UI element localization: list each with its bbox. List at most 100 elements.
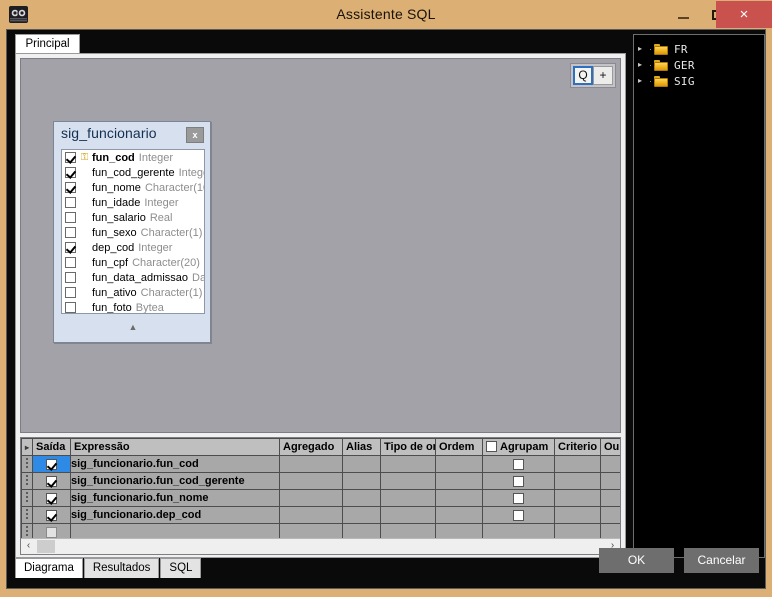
- grid-header-ordem[interactable]: Ordem: [436, 439, 483, 456]
- cell-tipo[interactable]: [381, 507, 436, 524]
- saida-checkbox[interactable]: [46, 493, 57, 504]
- cell-alias[interactable]: [343, 473, 381, 490]
- grid-header-tipo[interactable]: Tipo de or: [381, 439, 436, 456]
- field-checkbox[interactable]: [65, 182, 76, 193]
- grid-header-agrupam[interactable]: Agrupam: [483, 439, 555, 456]
- field-checkbox[interactable]: [65, 242, 76, 253]
- expand-arrow-icon[interactable]: ▸: [638, 73, 649, 89]
- cell-criterio[interactable]: [555, 456, 601, 473]
- cell-ou[interactable]: [601, 473, 621, 490]
- search-icon-button[interactable]: Q: [573, 66, 593, 85]
- agrupamento-checkbox[interactable]: [513, 476, 524, 487]
- field-list[interactable]: ⚿fun_codIntegerfun_cod_gerenteIntegerfun…: [61, 149, 205, 314]
- field-checkbox[interactable]: [65, 212, 76, 223]
- cell-tipo[interactable]: [381, 524, 436, 539]
- row-handle[interactable]: [22, 490, 33, 507]
- cell-criterio[interactable]: [555, 524, 601, 539]
- field-checkbox[interactable]: [65, 197, 76, 208]
- grid-header-criterio[interactable]: Criterio: [555, 439, 601, 456]
- field-row[interactable]: fun_nomeCharacter(10: [62, 180, 204, 195]
- close-button[interactable]: ×: [716, 1, 772, 28]
- field-checkbox[interactable]: [65, 152, 76, 163]
- cell-saida[interactable]: [33, 507, 71, 524]
- grid-header-agregado[interactable]: Agregado: [280, 439, 343, 456]
- cell-ou[interactable]: [601, 507, 621, 524]
- expression-grid[interactable]: ▸SaídaExpressãoAgregadoAliasTipo de orOr…: [21, 438, 620, 538]
- saida-checkbox[interactable]: [46, 510, 57, 521]
- cell-ordem[interactable]: [436, 490, 483, 507]
- table-node-sig-funcionario[interactable]: sig_funcionario x ⚿fun_codIntegerfun_cod…: [53, 121, 211, 343]
- cancel-button[interactable]: Cancelar: [684, 548, 759, 573]
- cell-agregado[interactable]: [280, 507, 343, 524]
- saida-checkbox[interactable]: [46, 476, 57, 487]
- saida-checkbox[interactable]: [46, 527, 57, 538]
- cell-saida[interactable]: [33, 473, 71, 490]
- agrupamento-checkbox[interactable]: [513, 459, 524, 470]
- field-row[interactable]: fun_salarioReal: [62, 210, 204, 225]
- cell-criterio[interactable]: [555, 473, 601, 490]
- minimize-button[interactable]: [664, 0, 702, 29]
- tree-item-ger[interactable]: ▸·GER: [634, 57, 764, 73]
- field-row[interactable]: fun_cpfCharacter(20): [62, 255, 204, 270]
- cell-ordem[interactable]: [436, 524, 483, 539]
- field-checkbox[interactable]: [65, 287, 76, 298]
- cell-alias[interactable]: [343, 490, 381, 507]
- grid-header-alias[interactable]: Alias: [343, 439, 381, 456]
- tree-item-sig[interactable]: ▸·SIG: [634, 73, 764, 89]
- cell-agrupamento[interactable]: [483, 473, 555, 490]
- cell-expressao[interactable]: sig_funcionario.fun_cod: [71, 456, 280, 473]
- cell-agrupamento[interactable]: [483, 490, 555, 507]
- expand-arrow-icon[interactable]: ▸: [638, 57, 649, 73]
- object-tree-panel[interactable]: ▸·FR▸·GER▸·SIG: [633, 34, 765, 558]
- grid-header-saida[interactable]: Saída: [33, 439, 71, 456]
- cell-tipo[interactable]: [381, 473, 436, 490]
- cell-agregado[interactable]: [280, 473, 343, 490]
- table-row[interactable]: sig_funcionario.fun_cod: [22, 456, 621, 473]
- saida-checkbox[interactable]: [46, 459, 57, 470]
- table-row[interactable]: sig_funcionario.dep_cod: [22, 507, 621, 524]
- cell-saida[interactable]: [33, 456, 71, 473]
- cell-expressao[interactable]: sig_funcionario.fun_nome: [71, 490, 280, 507]
- collapse-arrow-icon[interactable]: ▲: [61, 320, 205, 336]
- cell-agregado[interactable]: [280, 490, 343, 507]
- row-handle[interactable]: [22, 507, 33, 524]
- cell-agrupamento[interactable]: [483, 507, 555, 524]
- table-node-close-button[interactable]: x: [186, 127, 204, 143]
- add-icon-button[interactable]: +: [593, 66, 613, 85]
- cell-agregado[interactable]: [280, 524, 343, 539]
- table-row[interactable]: [22, 524, 621, 539]
- cell-alias[interactable]: [343, 524, 381, 539]
- agrupamento-checkbox[interactable]: [513, 493, 524, 504]
- cell-tipo[interactable]: [381, 490, 436, 507]
- cell-ou[interactable]: [601, 456, 621, 473]
- agrupamento-checkbox[interactable]: [513, 510, 524, 521]
- row-handle[interactable]: [22, 524, 33, 539]
- cell-ordem[interactable]: [436, 507, 483, 524]
- field-checkbox[interactable]: [65, 227, 76, 238]
- field-row[interactable]: fun_cod_gerenteInteger: [62, 165, 204, 180]
- cell-criterio[interactable]: [555, 507, 601, 524]
- cell-agregado[interactable]: [280, 456, 343, 473]
- field-checkbox[interactable]: [65, 302, 76, 313]
- field-row[interactable]: fun_data_admissaoDat: [62, 270, 204, 285]
- cell-agrupamento[interactable]: [483, 524, 555, 539]
- cell-ou[interactable]: [601, 490, 621, 507]
- cell-ordem[interactable]: [436, 473, 483, 490]
- field-checkbox[interactable]: [65, 257, 76, 268]
- cell-tipo[interactable]: [381, 456, 436, 473]
- group-all-checkbox[interactable]: [486, 441, 497, 452]
- cell-expressao[interactable]: [71, 524, 280, 539]
- row-handle[interactable]: [22, 456, 33, 473]
- cell-ou[interactable]: [601, 524, 621, 539]
- cell-alias[interactable]: [343, 507, 381, 524]
- cell-saida[interactable]: [33, 524, 71, 539]
- cell-alias[interactable]: [343, 456, 381, 473]
- field-row[interactable]: ⚿fun_codInteger: [62, 150, 204, 165]
- table-row[interactable]: sig_funcionario.fun_cod_gerente: [22, 473, 621, 490]
- grid-header-ou[interactable]: Ou...: [601, 439, 621, 456]
- ok-button[interactable]: OK: [599, 548, 674, 573]
- tree-item-fr[interactable]: ▸·FR: [634, 41, 764, 57]
- row-handle[interactable]: [22, 473, 33, 490]
- cell-ordem[interactable]: [436, 456, 483, 473]
- field-checkbox[interactable]: [65, 272, 76, 283]
